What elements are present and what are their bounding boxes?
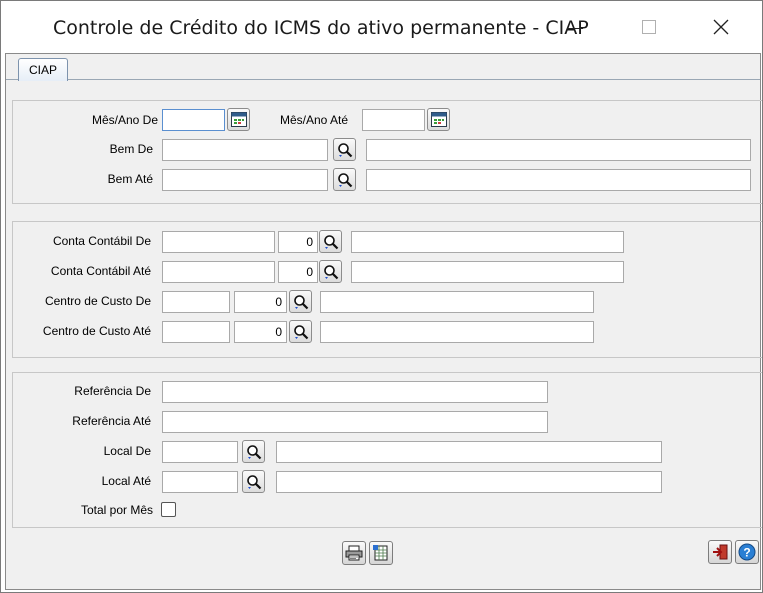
close-button[interactable]	[698, 7, 744, 47]
local-de-label: Local De	[103, 444, 151, 458]
conta-ate-description	[351, 261, 624, 283]
local-de-description	[276, 441, 662, 463]
conta-ate-input[interactable]	[162, 261, 275, 283]
period-asset-group: Mês/Ano De Mês/Ano Até Bem De Bem Até	[12, 100, 762, 204]
local-ate-description	[276, 471, 662, 493]
spreadsheet-export-icon	[373, 545, 388, 561]
calendar-icon	[430, 112, 447, 127]
form-area: CIAP Mês/Ano De Mês/Ano Até Bem De Bem A…	[5, 53, 762, 590]
conta-de-label: Conta Contábil De	[52, 234, 151, 248]
magnifier-icon	[246, 474, 261, 489]
mes-ano-ate-input[interactable]	[362, 109, 425, 131]
magnifier-icon	[293, 294, 308, 309]
referencia-ate-input[interactable]	[162, 411, 548, 433]
centro-ate-description	[320, 321, 594, 343]
centro-ate-input[interactable]	[162, 321, 230, 343]
exit-icon	[713, 544, 728, 560]
mes-ano-de-calendar-button[interactable]	[227, 108, 250, 131]
help-button[interactable]: ?	[735, 540, 759, 564]
magnifier-icon	[323, 234, 338, 249]
mes-ano-ate-label: Mês/Ano Até	[279, 113, 348, 127]
centro-ate-number[interactable]: 0	[234, 321, 287, 343]
bem-ate-search-button[interactable]	[333, 168, 356, 191]
mes-ano-de-label: Mês/Ano De	[91, 113, 158, 127]
centro-de-input[interactable]	[162, 291, 230, 313]
referencia-de-input[interactable]	[162, 381, 548, 403]
magnifier-icon	[323, 264, 338, 279]
help-icon: ?	[738, 543, 756, 561]
centro-de-description	[320, 291, 594, 313]
minimize-icon	[567, 27, 583, 29]
magnifier-icon	[246, 444, 261, 459]
export-button[interactable]	[369, 541, 393, 565]
title-bar: Controle de Crédito do ICMS do ativo per…	[1, 1, 762, 53]
centro-ate-search-button[interactable]	[289, 320, 312, 343]
minimize-button[interactable]	[552, 7, 598, 47]
exit-button[interactable]	[708, 540, 732, 564]
conta-de-input[interactable]	[162, 231, 275, 253]
reference-location-group: Referência De Referência Até Local De Lo…	[12, 372, 762, 528]
svg-text:?: ?	[743, 546, 750, 560]
bem-de-description	[366, 139, 751, 161]
total-por-mes-checkbox[interactable]	[161, 502, 176, 517]
magnifier-icon	[337, 172, 352, 187]
bem-ate-label: Bem Até	[107, 172, 153, 186]
total-por-mes-label: Total por Mês	[80, 503, 153, 517]
conta-de-description	[351, 231, 624, 253]
printer-icon	[345, 545, 363, 561]
bem-de-search-button[interactable]	[333, 138, 356, 161]
mes-ano-de-input[interactable]	[162, 109, 225, 131]
bem-ate-input[interactable]	[162, 169, 328, 191]
conta-ate-label: Conta Contábil Até	[50, 264, 151, 278]
local-de-input[interactable]	[162, 441, 238, 463]
account-cost-center-group: Conta Contábil De 0 Conta Contábil Até 0	[12, 221, 762, 358]
local-ate-search-button[interactable]	[242, 470, 265, 493]
maximize-button[interactable]	[626, 7, 672, 47]
tab-strip: CIAP	[6, 54, 760, 81]
conta-ate-number[interactable]: 0	[278, 261, 318, 283]
centro-ate-label: Centro de Custo Até	[42, 324, 151, 338]
window-title: Controle de Crédito do ICMS do ativo per…	[53, 17, 589, 39]
magnifier-icon	[337, 142, 352, 157]
conta-ate-search-button[interactable]	[319, 260, 342, 283]
close-icon	[713, 19, 729, 35]
conta-de-number[interactable]: 0	[278, 231, 318, 253]
local-ate-input[interactable]	[162, 471, 238, 493]
local-ate-label: Local Até	[101, 474, 151, 488]
referencia-ate-label: Referência Até	[72, 414, 151, 428]
bem-de-input[interactable]	[162, 139, 328, 161]
centro-de-number[interactable]: 0	[234, 291, 287, 313]
mes-ano-ate-calendar-button[interactable]	[427, 108, 450, 131]
local-de-search-button[interactable]	[242, 440, 265, 463]
referencia-de-label: Referência De	[74, 384, 151, 398]
maximize-icon	[642, 20, 656, 34]
bem-de-label: Bem De	[109, 142, 153, 156]
tab-label: CIAP	[28, 63, 57, 77]
tab-ciap[interactable]: CIAP	[18, 58, 68, 81]
conta-de-search-button[interactable]	[319, 230, 342, 253]
calendar-icon	[230, 112, 247, 127]
print-button[interactable]	[342, 541, 366, 565]
bem-ate-description	[366, 169, 751, 191]
centro-de-search-button[interactable]	[289, 290, 312, 313]
app-window: Controle de Crédito do ICMS do ativo per…	[0, 0, 763, 593]
centro-de-label: Centro de Custo De	[44, 294, 151, 308]
magnifier-icon	[293, 324, 308, 339]
